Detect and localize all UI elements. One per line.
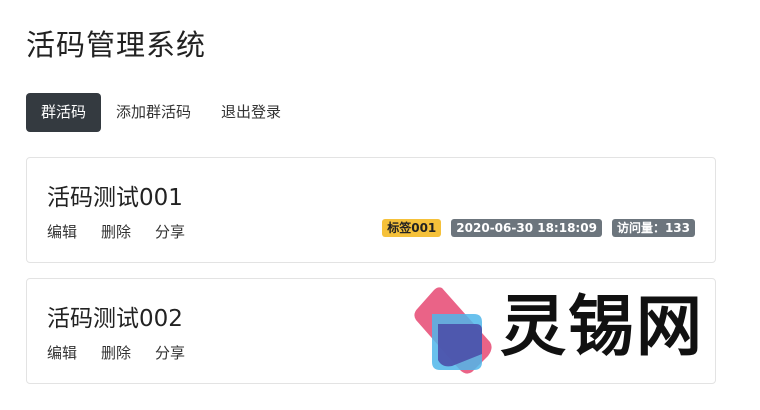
page-title: 活码管理系统: [26, 28, 207, 62]
watermark-text: 灵锡网: [500, 288, 704, 365]
card-title: 活码测试001: [47, 185, 183, 211]
tab-qun-huoma[interactable]: 群活码: [26, 93, 102, 132]
tab-add-qun-huoma[interactable]: 添加群活码: [101, 93, 206, 132]
huoma-card-001: 活码测试001 编辑 删除 分享 标签001 2020-06-30 18:18:…: [26, 157, 716, 263]
card-title: 活码测试002: [47, 306, 183, 332]
card-badges: 标签001 2020-06-30 18:18:09 访问量：133: [372, 219, 695, 237]
tab-logout[interactable]: 退出登录: [206, 93, 296, 132]
edit-link[interactable]: 编辑: [47, 342, 77, 363]
watermark-logo-icon: [414, 287, 492, 374]
tag-badge: 标签001: [382, 219, 442, 237]
delete-link[interactable]: 删除: [101, 221, 131, 242]
share-link[interactable]: 分享: [155, 221, 185, 242]
delete-link[interactable]: 删除: [101, 342, 131, 363]
card-actions: 编辑 删除 分享: [47, 221, 209, 242]
watermark: 灵锡网: [412, 284, 722, 374]
edit-link[interactable]: 编辑: [47, 221, 77, 242]
visits-badge: 访问量：133: [611, 219, 695, 237]
nav-tabs: 群活码 添加群活码 退出登录: [26, 93, 296, 132]
card-actions: 编辑 删除 分享: [47, 342, 209, 363]
share-link[interactable]: 分享: [155, 342, 185, 363]
datetime-badge: 2020-06-30 18:18:09: [451, 219, 602, 237]
